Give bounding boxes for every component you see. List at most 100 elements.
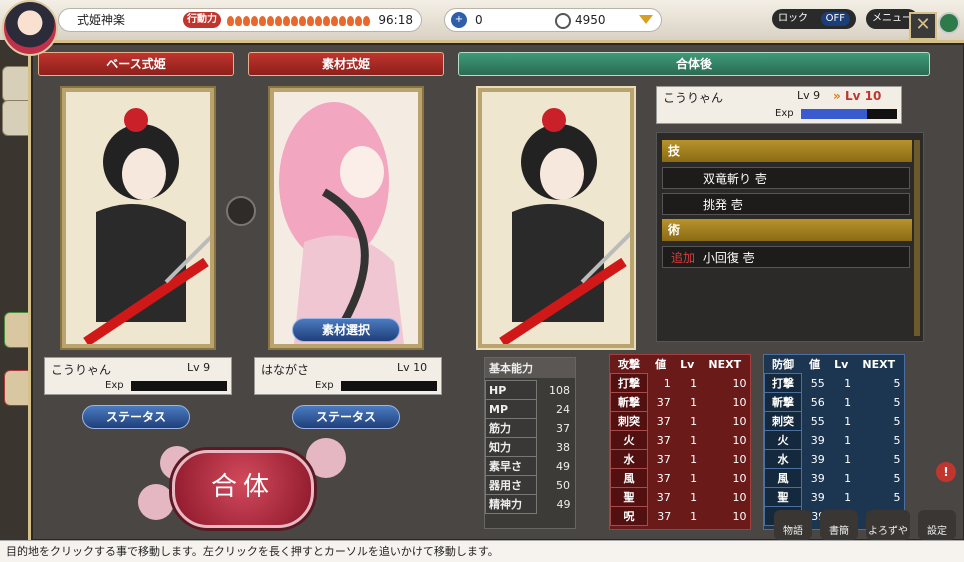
player-avatar[interactable] xyxy=(2,0,58,56)
result-name: こうりゃん xyxy=(663,91,724,105)
material-level: Lv 10 xyxy=(397,361,428,374)
basic-stat-value: 37 xyxy=(556,421,570,435)
shop-nav-button[interactable]: よろずや xyxy=(866,510,910,540)
defense-stat-value: 1 xyxy=(844,433,852,447)
title-pill: 式姫神楽 行動力 96:18 xyxy=(58,8,422,32)
basic-stat-row: 精神力 49 xyxy=(485,494,574,514)
material-exp-bar xyxy=(341,381,437,391)
material-status-button[interactable]: ステータス xyxy=(292,405,400,429)
basic-stat-value: 49 xyxy=(556,497,571,511)
lock-label: ロック xyxy=(778,13,808,24)
basic-stat-row: HP 108 xyxy=(485,380,574,400)
attack-stat-label: 火 xyxy=(610,430,648,450)
result-info-box: こうりゃん Lv 9 » Lv 10 Exp xyxy=(656,86,902,124)
attack-stat-row: 呪 37 1 10 xyxy=(610,506,750,526)
basic-stat-value: 38 xyxy=(556,440,570,454)
defense-stat-value: 56 xyxy=(810,395,825,409)
basic-stat-value: 24 xyxy=(556,402,570,416)
defense-stat-row: 水 39 1 5 xyxy=(764,449,904,469)
attack-stat-value: 10 xyxy=(732,395,747,409)
story-nav-button[interactable]: 物語 xyxy=(774,510,812,540)
basic-stat-label: 素早さ xyxy=(485,456,537,476)
status-bar: 目的地をクリックする事で移動します。左クリックを長く押すとカーソルを追いかけて移… xyxy=(0,540,964,562)
result-exp-bar xyxy=(801,109,897,119)
defense-stat-label: 水 xyxy=(764,449,802,469)
defense-column-header: Lv xyxy=(834,357,849,371)
bottom-nav: 物語 書簡 よろずや 設定 xyxy=(774,510,964,540)
select-material-button[interactable]: 素材選択 xyxy=(292,318,400,342)
attack-stat-value: 1 xyxy=(690,471,698,485)
waza-item-2[interactable]: 挑発 壱 xyxy=(662,193,910,215)
defense-stat-value: 1 xyxy=(844,414,852,428)
attack-stat-value: 10 xyxy=(732,414,747,428)
attack-stat-value: 37 xyxy=(656,395,671,409)
material-header: 素材式姫 xyxy=(248,52,444,76)
defense-column-header: 値 xyxy=(809,358,821,372)
base-card-image[interactable] xyxy=(60,86,216,350)
base-status-button[interactable]: ステータス xyxy=(82,405,190,429)
defense-stat-row: 斬撃 56 1 5 xyxy=(764,392,904,412)
basic-stats-panel: 基本能力 HP 108 MP 24 筋力 37 知力 38 素早さ 49 器用さ 50 精神力 49 xyxy=(484,357,576,529)
attack-stat-label: 刺突 xyxy=(610,411,648,431)
attack-stat-label: 打撃 xyxy=(610,373,648,393)
flower-emblem-icon xyxy=(226,196,256,226)
defense-column-header: NEXT xyxy=(862,357,896,371)
sakura-petal-decoration xyxy=(138,484,174,520)
defense-stat-value: 39 xyxy=(810,433,825,447)
defense-stat-value: 1 xyxy=(844,471,852,485)
basic-stat-value: 49 xyxy=(556,459,570,473)
settings-nav-button[interactable]: 設定 xyxy=(918,510,956,540)
waza-header: 技 xyxy=(662,140,912,162)
fuse-button[interactable]: 合体 xyxy=(172,450,314,528)
jutsu-item-1[interactable]: 追加 小回復 壱 xyxy=(662,246,910,268)
attack-stat-value: 1 xyxy=(690,452,698,466)
attack-column-header: NEXT xyxy=(708,357,742,371)
defense-stat-row: 刺突 55 1 5 xyxy=(764,411,904,431)
status-message: 目的地をクリックする事で移動します。左クリックを長く押すとカーソルを追いかけて移… xyxy=(6,545,499,558)
skills-scrollbar[interactable] xyxy=(914,140,920,336)
level-up-arrow-icon: » xyxy=(833,89,841,103)
attack-column-header: 値 xyxy=(655,358,667,372)
result-shikihime-portrait xyxy=(482,92,630,344)
plus-icon: + xyxy=(451,12,467,28)
result-level-to: Lv 10 xyxy=(845,89,882,103)
attack-stat-value: 10 xyxy=(732,509,747,523)
base-level: Lv 9 xyxy=(187,361,211,374)
defense-stats-panel: 防御値 Lv NEXT 打撃 55 1 5 斬撃 56 1 5 刺突 55 1 5 火 39 1 5 水 39 1 5 風 3… xyxy=(763,354,905,530)
attack-column-header: Lv xyxy=(680,357,695,371)
basic-stat-value: 50 xyxy=(556,478,570,492)
attack-stat-label: 水 xyxy=(610,449,648,469)
attack-stat-row: 打撃 1 1 10 xyxy=(610,373,750,393)
defense-stat-row: 打撃 55 1 5 xyxy=(764,373,904,393)
lock-toggle[interactable]: ロック OFF xyxy=(772,9,856,29)
waza-item-1[interactable]: 双竜斬り 壱 xyxy=(662,167,910,189)
attack-stat-row: 刺突 37 1 10 xyxy=(610,411,750,431)
defense-stat-value: 1 xyxy=(844,452,852,466)
attack-stats-panel: 攻撃 値 Lv NEXT 打撃 1 1 10 斬撃 37 1 10 刺突 37 1 10 火 37 1 10 水 37 1… xyxy=(609,354,751,530)
base-shikihime-portrait xyxy=(66,92,210,344)
basic-stats-header: 基本能力 xyxy=(485,358,575,378)
attack-stat-value: 10 xyxy=(732,376,747,390)
dropdown-arrow-icon[interactable] xyxy=(639,15,653,24)
coin-value: 4950 xyxy=(575,13,606,27)
attack-stat-value: 1 xyxy=(690,414,698,428)
basic-stat-row: 知力 38 xyxy=(485,437,574,457)
base-name: こうりゃん xyxy=(51,363,112,377)
material-info-box: はながさ Lv 10 Exp xyxy=(254,357,442,395)
close-icon[interactable]: ✕ xyxy=(909,12,937,40)
basic-stat-row: 素早さ 49 xyxy=(485,456,574,476)
attack-stat-value: 10 xyxy=(732,452,747,466)
attack-stat-value: 37 xyxy=(656,452,671,466)
material-card-image[interactable] xyxy=(268,86,424,350)
basic-stat-row: MP 24 xyxy=(485,399,574,419)
defense-stat-value: 5 xyxy=(893,452,901,466)
defense-stat-label: 刺突 xyxy=(764,411,802,431)
basic-stat-label: MP xyxy=(485,399,537,419)
basic-stat-label: 器用さ xyxy=(485,475,537,495)
attack-stat-value: 1 xyxy=(663,376,671,390)
result-exp-label: Exp xyxy=(775,108,794,119)
basic-stats-table: HP 108 MP 24 筋力 37 知力 38 素早さ 49 器用さ 50 精神力 49 xyxy=(485,380,574,514)
letters-nav-button[interactable]: 書簡 xyxy=(820,510,858,540)
material-shikihime-portrait xyxy=(274,92,418,344)
alert-icon[interactable]: ! xyxy=(936,462,956,482)
